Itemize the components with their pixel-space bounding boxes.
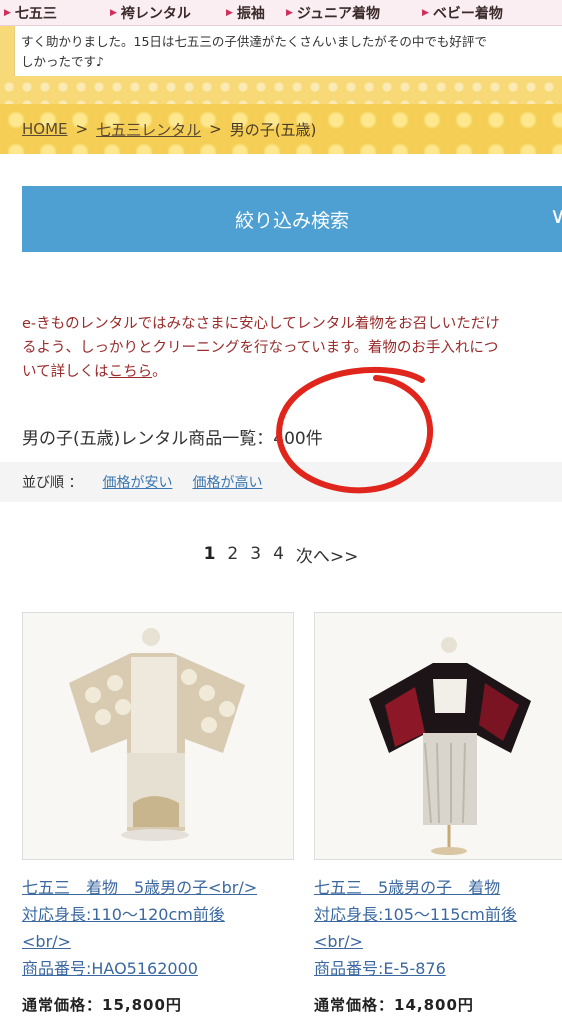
product-price: 通常価格：15,800円 xyxy=(22,996,182,1014)
nav-item-furisode[interactable]: ▶ 振袖 xyxy=(222,0,282,25)
sort-label: 並び順 ： xyxy=(22,475,83,491)
triangle-right-icon: ▶ xyxy=(110,7,117,18)
notice-text: いて詳しくは xyxy=(22,364,109,380)
review-line: すく助かりました。15日は七五三の子供達がたくさんいましたがその中でも好評で xyxy=(21,34,487,49)
product-title-line: 対応身長:105〜115cm前後 xyxy=(314,905,517,924)
breadcrumb-separator: > xyxy=(75,120,89,138)
product-title-line: <br/> xyxy=(314,932,363,951)
annotation-circle xyxy=(276,366,434,494)
page-3-link[interactable]: 3 xyxy=(250,544,261,564)
kimono-image-black-crane xyxy=(315,613,562,859)
product-title-line: <br/> xyxy=(22,932,71,951)
product-card: 七五三 着物 5歳男の子<br/> 対応身長:110〜120cm前後 <br/>… xyxy=(22,612,294,1015)
product-image[interactable] xyxy=(22,612,294,860)
next-page-link[interactable]: 次へ>> xyxy=(296,542,359,567)
review-text-box: すく助かりました。15日は七五三の子供達がたくさんいましたがその中でも好評で し… xyxy=(14,26,562,76)
product-title-line: 七五三 着物 5歳男の子<br/> xyxy=(22,878,258,897)
page-1: 1 xyxy=(203,544,216,564)
nav-item-junior[interactable]: ▶ ジュニア着物 xyxy=(282,0,418,25)
product-title-line: 商品番号:HAO5162000 xyxy=(22,959,198,978)
sort-price-low-link[interactable]: 価格が安い xyxy=(102,472,172,492)
product-title-line: 商品番号:E-5-876 xyxy=(314,959,446,978)
triangle-right-icon: ▶ xyxy=(422,7,429,18)
product-title-link[interactable]: 七五三 5歳男の子 着物 対応身長:105〜115cm前後 <br/> 商品番号… xyxy=(314,874,562,982)
triangle-right-icon: ▶ xyxy=(4,7,11,18)
nav-label: 七五三 xyxy=(14,5,57,22)
filter-search-label: 絞り込み検索 xyxy=(234,209,349,232)
filter-search-button[interactable]: 絞り込み検索 ∨ xyxy=(22,186,562,252)
page-2-link[interactable]: 2 xyxy=(227,544,238,564)
kimono-image-cream-dots xyxy=(23,613,293,859)
nav-label: ベビー着物 xyxy=(432,5,503,22)
top-nav: ▶ 七五三 ▶ 袴レンタル ▶ 振袖 ▶ ジュニア着物 ▶ ベビー着物 xyxy=(0,0,562,26)
review-line: しかったです♪ xyxy=(21,54,104,69)
pagination: 1 2 3 4 次へ>> xyxy=(0,540,562,568)
triangle-right-icon: ▶ xyxy=(286,7,293,18)
breadcrumb: HOME > 七五三レンタル > 男の子(五歳) xyxy=(0,104,562,154)
nav-label: ジュニア着物 xyxy=(296,5,380,22)
nav-item-baby[interactable]: ▶ ベビー着物 xyxy=(418,0,558,25)
product-title-link[interactable]: 七五三 着物 5歳男の子<br/> 対応身長:110〜120cm前後 <br/>… xyxy=(22,874,294,982)
nav-item-hakama[interactable]: ▶ 袴レンタル xyxy=(106,0,222,25)
notice-line: るよう、しっかりとクリーニングを行なっています。着物のお手入れにつ xyxy=(22,340,499,356)
product-card: 七五三 5歳男の子 着物 対応身長:105〜115cm前後 <br/> 商品番号… xyxy=(314,612,562,1015)
breadcrumb-separator: > xyxy=(209,120,222,138)
breadcrumb-category-link[interactable]: 七五三レンタル xyxy=(96,119,201,140)
nav-item-shichigosan[interactable]: ▶ 七五三 xyxy=(0,0,106,25)
nav-label: 袴レンタル xyxy=(120,5,191,22)
notice-text: 。 xyxy=(152,364,167,380)
product-price: 通常価格：14,800円 xyxy=(314,996,474,1014)
triangle-right-icon: ▶ xyxy=(226,7,233,18)
product-title-line: 七五三 5歳男の子 着物 xyxy=(314,878,501,897)
decorative-pattern xyxy=(0,78,562,104)
nav-label: 振袖 xyxy=(236,5,265,22)
review-panel: すく助かりました。15日は七五三の子供達がたくさんいましたがその中でも好評で し… xyxy=(0,26,562,104)
notice-link[interactable]: こちら xyxy=(109,364,153,380)
breadcrumb-home-link[interactable]: HOME xyxy=(22,120,68,138)
product-image[interactable] xyxy=(314,612,562,860)
product-title-line: 対応身長:110〜120cm前後 xyxy=(22,905,225,924)
breadcrumb-current: 男の子(五歳) xyxy=(229,120,317,139)
sort-price-high-link[interactable]: 価格が高い xyxy=(192,472,262,492)
notice-line: e-きものレンタルではみなさまに安心してレンタル着物をお召しいただけ xyxy=(22,316,500,332)
chevron-down-icon: ∨ xyxy=(549,204,562,229)
page-4-link[interactable]: 4 xyxy=(273,544,284,564)
